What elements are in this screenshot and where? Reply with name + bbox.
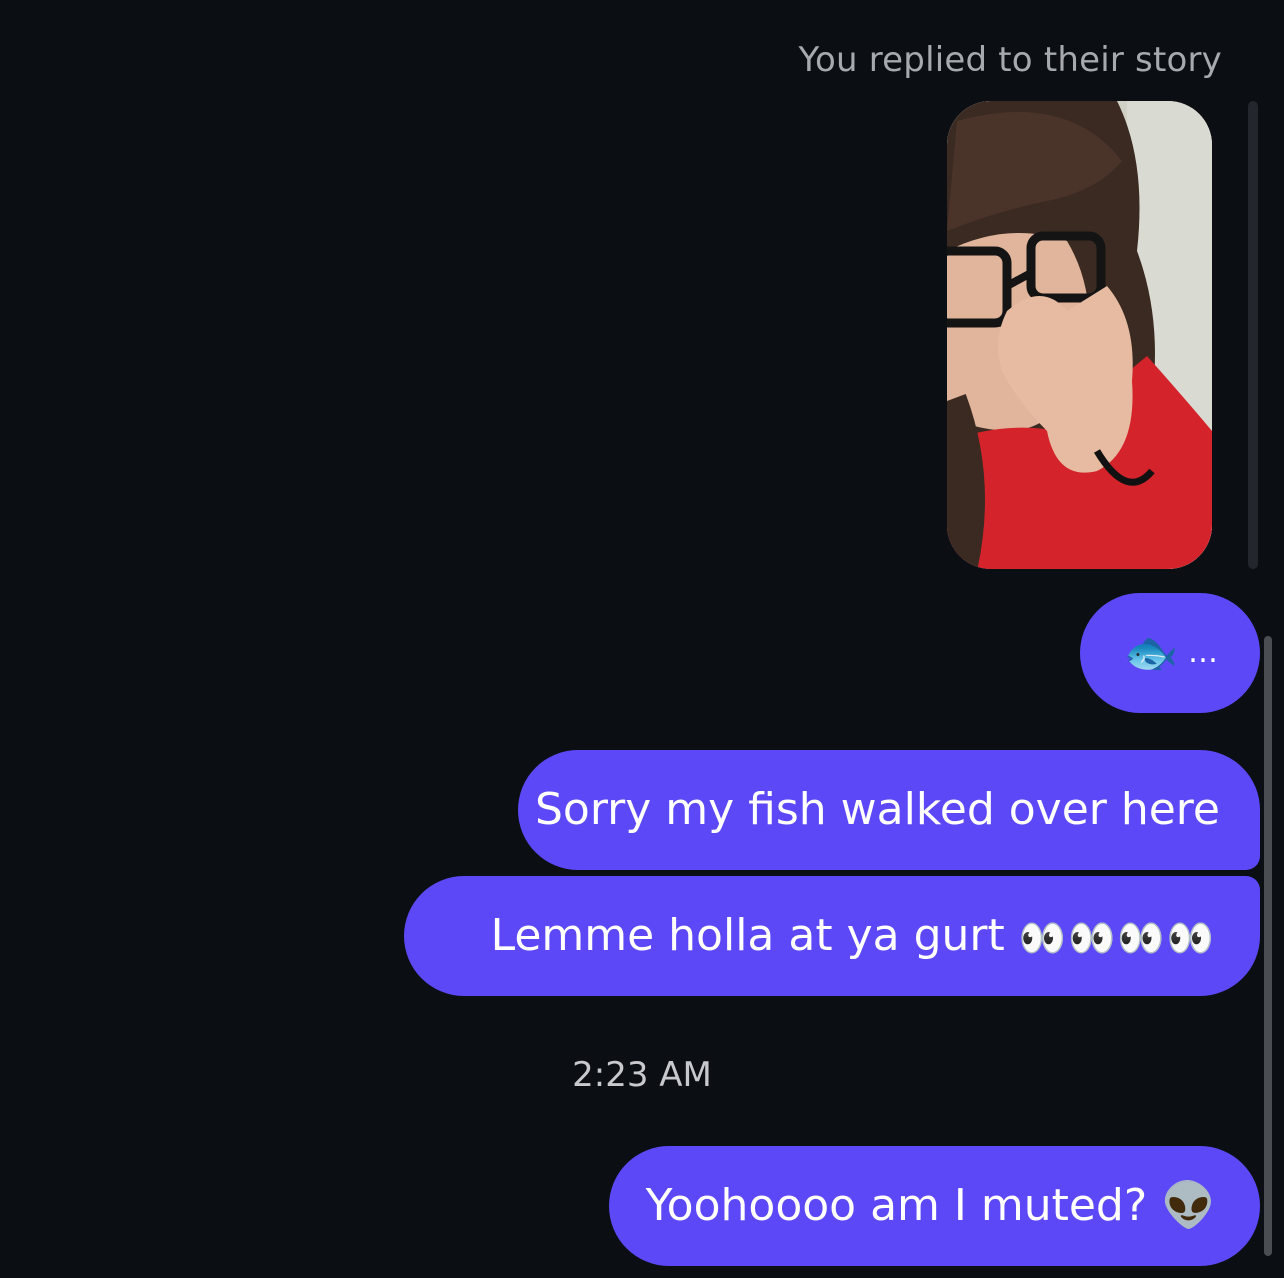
message-text-lemme: Lemme holla at ya gurt: [490, 910, 1005, 961]
message-text-yoohoo: Yoohoooo am I muted?: [645, 1180, 1148, 1231]
story-photo-image: [947, 101, 1212, 569]
fish-emoji: 🐟: [1123, 627, 1179, 679]
message-text-ellipsis: …: [1188, 635, 1218, 670]
message-bubble-sorry[interactable]: Sorry my fish walked over here: [518, 750, 1260, 870]
story-thumbnail[interactable]: [947, 101, 1212, 569]
story-reply-caption: You replied to their story: [798, 40, 1222, 80]
story-scrollbar[interactable]: [1248, 101, 1258, 569]
alien-emoji: 👽: [1161, 1180, 1216, 1231]
message-bubble-yoohoo[interactable]: Yoohoooo am I muted? 👽: [609, 1146, 1260, 1266]
message-bubble-lemme[interactable]: Lemme holla at ya gurt 👀👀👀👀: [404, 876, 1260, 996]
chat-screen: You replied to their story 🐟 … Sorry my …: [0, 0, 1284, 1278]
eyes-emoji: 👀👀👀👀: [1018, 916, 1216, 960]
message-bubble-fish[interactable]: 🐟 …: [1080, 593, 1260, 713]
message-timestamp: 2:23 AM: [572, 1055, 712, 1095]
message-text-sorry: Sorry my fish walked over here: [534, 784, 1220, 835]
chat-scrollbar[interactable]: [1264, 636, 1272, 1256]
timestamp-row: 2:23 AM: [0, 1055, 1284, 1095]
